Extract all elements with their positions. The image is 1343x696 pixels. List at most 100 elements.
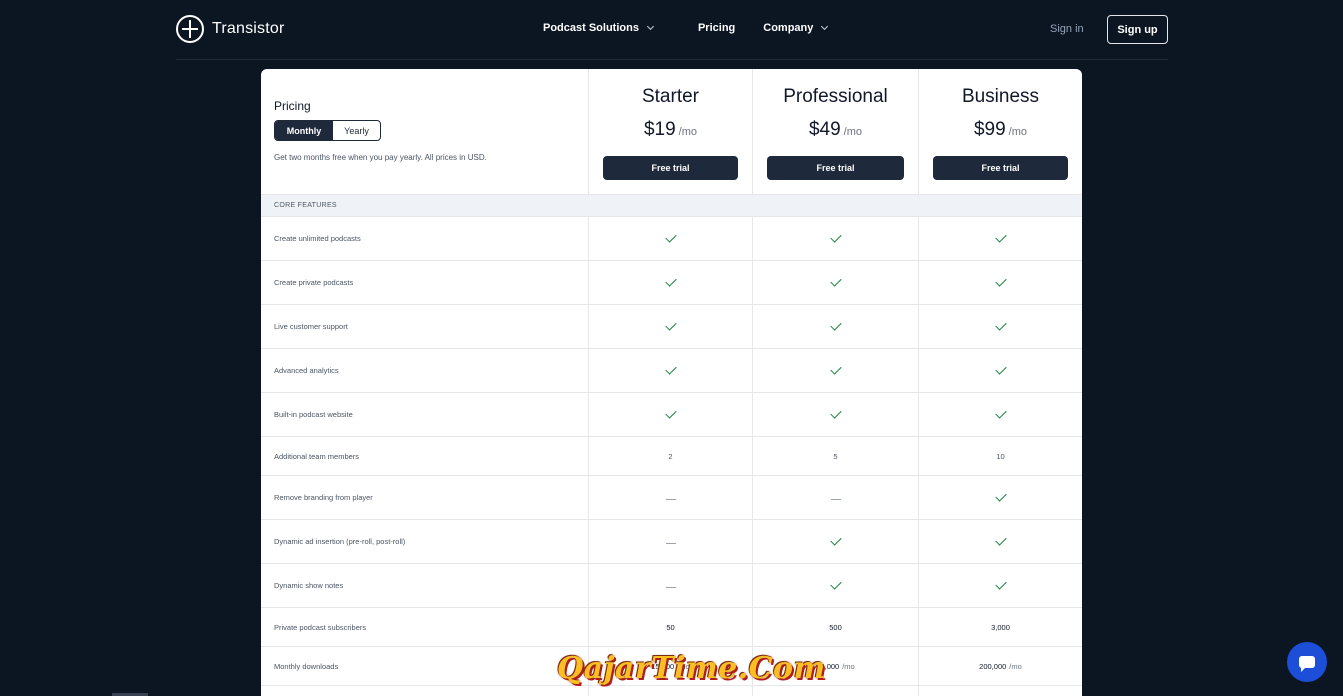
feature-cell xyxy=(919,578,1082,591)
check-icon xyxy=(994,578,1007,590)
feature-value: 50 xyxy=(666,623,675,632)
feature-label: Create unlimited podcasts xyxy=(274,234,361,243)
feature-label: Dynamic show notes xyxy=(274,581,344,590)
feature-cell xyxy=(753,407,918,420)
free-trial-button[interactable]: Free trial xyxy=(603,156,738,180)
chat-icon xyxy=(1299,656,1315,672)
dash-icon xyxy=(665,586,676,588)
billing-toggle[interactable]: Monthly Yearly xyxy=(274,120,381,141)
check-icon xyxy=(994,534,1007,546)
price-amount: $99 xyxy=(973,119,1006,140)
brand-name: Transistor xyxy=(212,20,285,37)
price-amount: $19 xyxy=(643,119,676,140)
feature-cell xyxy=(919,490,1082,503)
feature-row: Dynamic ad insertion (pre-roll, post-rol… xyxy=(261,520,1082,564)
feature-value: 5 xyxy=(833,452,838,461)
feature-cell: 200,000/mo xyxy=(919,662,1082,671)
check-icon xyxy=(829,534,842,546)
feature-cell xyxy=(589,363,752,376)
check-icon xyxy=(994,407,1007,419)
plan-price: $49/mo xyxy=(753,119,918,141)
feature-cell xyxy=(919,363,1082,376)
feature-cell: 10 xyxy=(919,452,1082,461)
plan-name: Professional xyxy=(783,86,888,107)
check-icon xyxy=(664,275,677,287)
plan-price: $99/mo xyxy=(919,119,1082,141)
feature-cell xyxy=(753,578,918,591)
price-period: /mo xyxy=(1008,126,1028,138)
feature-cell xyxy=(753,231,918,244)
nav-podcast-solutions[interactable]: Podcast Solutions xyxy=(543,22,655,34)
feature-label: Monthly downloads xyxy=(274,662,339,671)
feature-label: Dynamic ad insertion (pre-roll, post-rol… xyxy=(274,537,406,546)
feature-cell xyxy=(753,534,918,547)
nav-links: Podcast Solutions Pricing Company xyxy=(543,21,829,34)
check-icon xyxy=(829,578,842,590)
top-nav: Transistor Podcast Solutions Pricing Com… xyxy=(176,0,1168,60)
feature-value: 10 xyxy=(996,452,1005,461)
feature-cell xyxy=(753,319,918,332)
nav-pricing[interactable]: Pricing xyxy=(698,21,735,34)
pricing-table: Pricing Monthly Yearly Get two months fr… xyxy=(261,69,1082,696)
feature-cell xyxy=(919,275,1082,288)
feature-cell xyxy=(589,275,752,288)
watermark: QajarTime.Com xyxy=(557,651,826,686)
feature-row: Create unlimited podcasts xyxy=(261,217,1082,261)
free-trial-button[interactable]: Free trial xyxy=(767,156,904,180)
feature-cell xyxy=(589,231,752,244)
check-icon xyxy=(994,231,1007,243)
feature-cell xyxy=(753,494,918,503)
plan-name: Business xyxy=(961,86,1040,107)
feature-value: 3,000 xyxy=(991,623,1010,632)
section-label: CORE FEATURES xyxy=(274,202,337,209)
nav-company[interactable]: Company xyxy=(763,22,829,34)
feature-value: 200,000 xyxy=(979,662,1007,671)
feature-cell xyxy=(589,407,752,420)
feature-cell xyxy=(919,407,1082,420)
feature-row: Remove branding from player xyxy=(261,476,1082,520)
feature-cell xyxy=(753,363,918,376)
feature-cell: 3,000 xyxy=(919,623,1082,632)
feature-cell: 5 xyxy=(753,452,918,461)
check-icon xyxy=(829,319,842,331)
feature-row: Built-in podcast website xyxy=(261,393,1082,437)
check-icon xyxy=(664,363,677,375)
feature-cell xyxy=(589,494,752,503)
feature-value: 500 xyxy=(829,623,842,632)
sign-in-link[interactable]: Sign in xyxy=(1050,23,1084,35)
plan-price: $19/mo xyxy=(589,119,752,141)
feature-cell xyxy=(919,231,1082,244)
pricing-title: Pricing xyxy=(274,99,311,113)
feature-row: Dynamic show notes xyxy=(261,564,1082,608)
check-icon xyxy=(664,231,677,243)
check-icon xyxy=(994,319,1007,331)
free-trial-button[interactable]: Free trial xyxy=(933,156,1068,180)
feature-label: Remove branding from player xyxy=(274,493,373,502)
feature-cell xyxy=(753,275,918,288)
pricing-note: Get two months free when you pay yearly.… xyxy=(274,153,487,162)
dash-icon xyxy=(830,498,841,500)
chevron-down-icon xyxy=(646,22,655,31)
dash-icon xyxy=(665,498,676,500)
feature-unit: /mo xyxy=(842,662,855,671)
feature-cell xyxy=(589,538,752,547)
price-period: /mo xyxy=(843,126,863,138)
feature-label: Create private podcasts xyxy=(274,278,354,287)
feature-cell: 50 xyxy=(589,623,752,632)
toggle-yearly[interactable]: Yearly xyxy=(333,121,380,140)
feature-cell xyxy=(919,319,1082,332)
toggle-monthly[interactable]: Monthly xyxy=(275,121,333,140)
feature-row: Live customer support xyxy=(261,305,1082,349)
feature-value: 2 xyxy=(668,452,673,461)
plan-business: Business $99/mo Free trial xyxy=(919,69,1082,194)
chat-launcher-button[interactable] xyxy=(1287,642,1327,682)
nav-label: Pricing xyxy=(697,21,736,34)
feature-label: Private podcast subscribers xyxy=(274,623,367,632)
check-icon xyxy=(664,319,677,331)
check-icon xyxy=(829,407,842,419)
brand-logo[interactable]: Transistor xyxy=(176,15,285,43)
check-icon xyxy=(664,407,677,419)
transistor-logo-icon xyxy=(176,15,204,43)
feature-label: Live customer support xyxy=(274,322,348,331)
sign-up-button[interactable]: Sign up xyxy=(1107,15,1168,44)
